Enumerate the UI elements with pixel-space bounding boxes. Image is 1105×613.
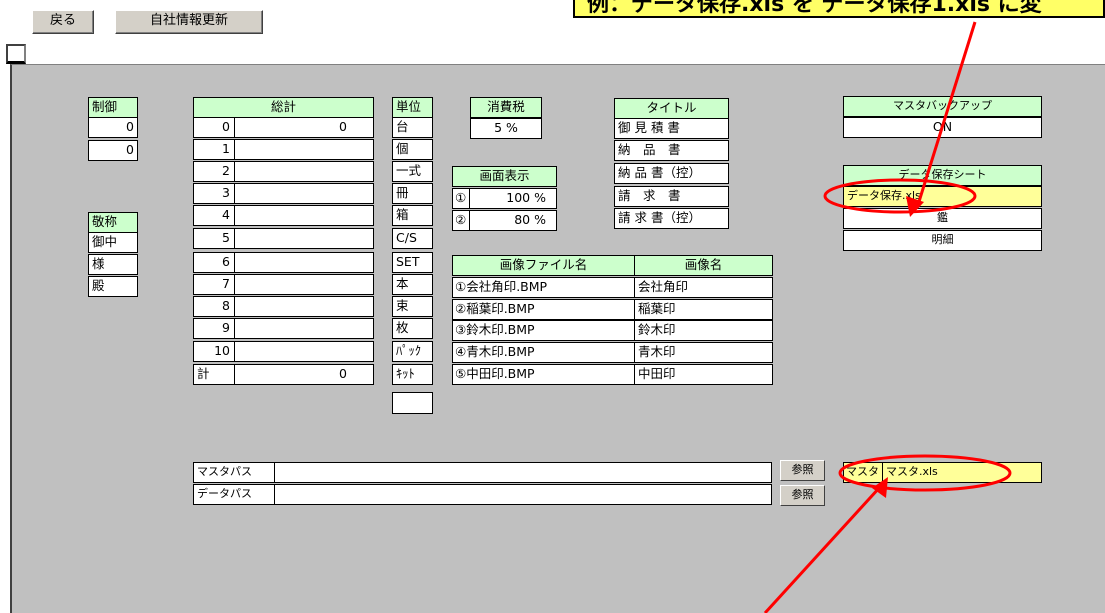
highlight-ellipse [823, 178, 977, 214]
highlight-ellipse [838, 454, 1012, 492]
arrow-line [915, 21, 977, 209]
arrow-line [763, 485, 882, 613]
annotation-overlay [763, 21, 1012, 613]
